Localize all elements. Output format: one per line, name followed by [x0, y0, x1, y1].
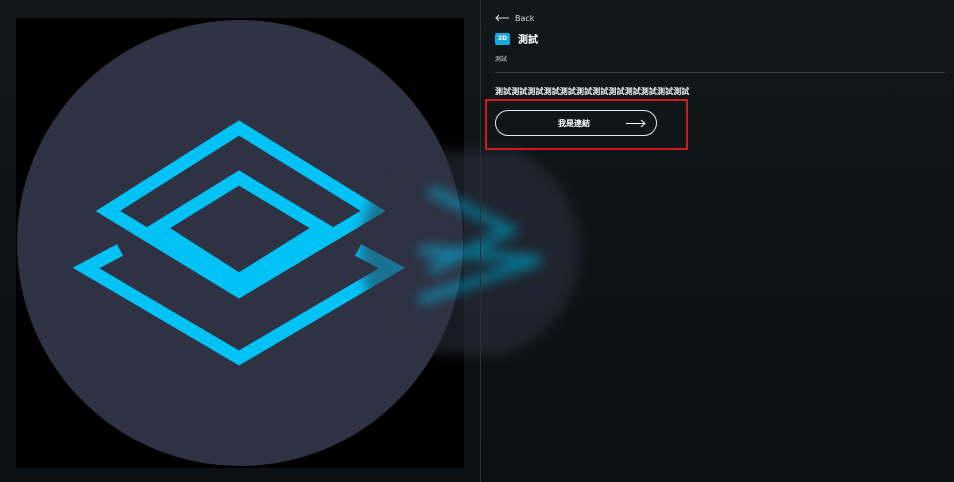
- type-badge: 2D: [495, 32, 510, 45]
- link-button-label: 我是連結: [558, 118, 590, 128]
- item-subtitle: 測試: [495, 56, 508, 63]
- item-description: 測試測試測試測試測試測試測試測試測試測試測試測試: [495, 87, 690, 96]
- item-title: 測試: [518, 35, 538, 46]
- arrow-right-icon: [626, 119, 646, 128]
- app-stage: Back 2D 測試 測試 測試測試測試測試測試測試測試測試測試測試測試測試 我…: [0, 0, 954, 482]
- arrow-left-icon: [495, 14, 509, 22]
- background-reflection: [360, 150, 580, 355]
- section-divider: [495, 72, 945, 73]
- back-link[interactable]: Back: [495, 10, 945, 26]
- link-button[interactable]: 我是連結: [495, 110, 657, 136]
- detail-panel: Back 2D 測試 測試 測試測試測試測試測試測試測試測試測試測試測試測試 我…: [485, 10, 945, 150]
- back-label: Back: [515, 13, 535, 23]
- title-row: 2D 測試: [495, 31, 945, 46]
- panel-divider: [480, 0, 481, 482]
